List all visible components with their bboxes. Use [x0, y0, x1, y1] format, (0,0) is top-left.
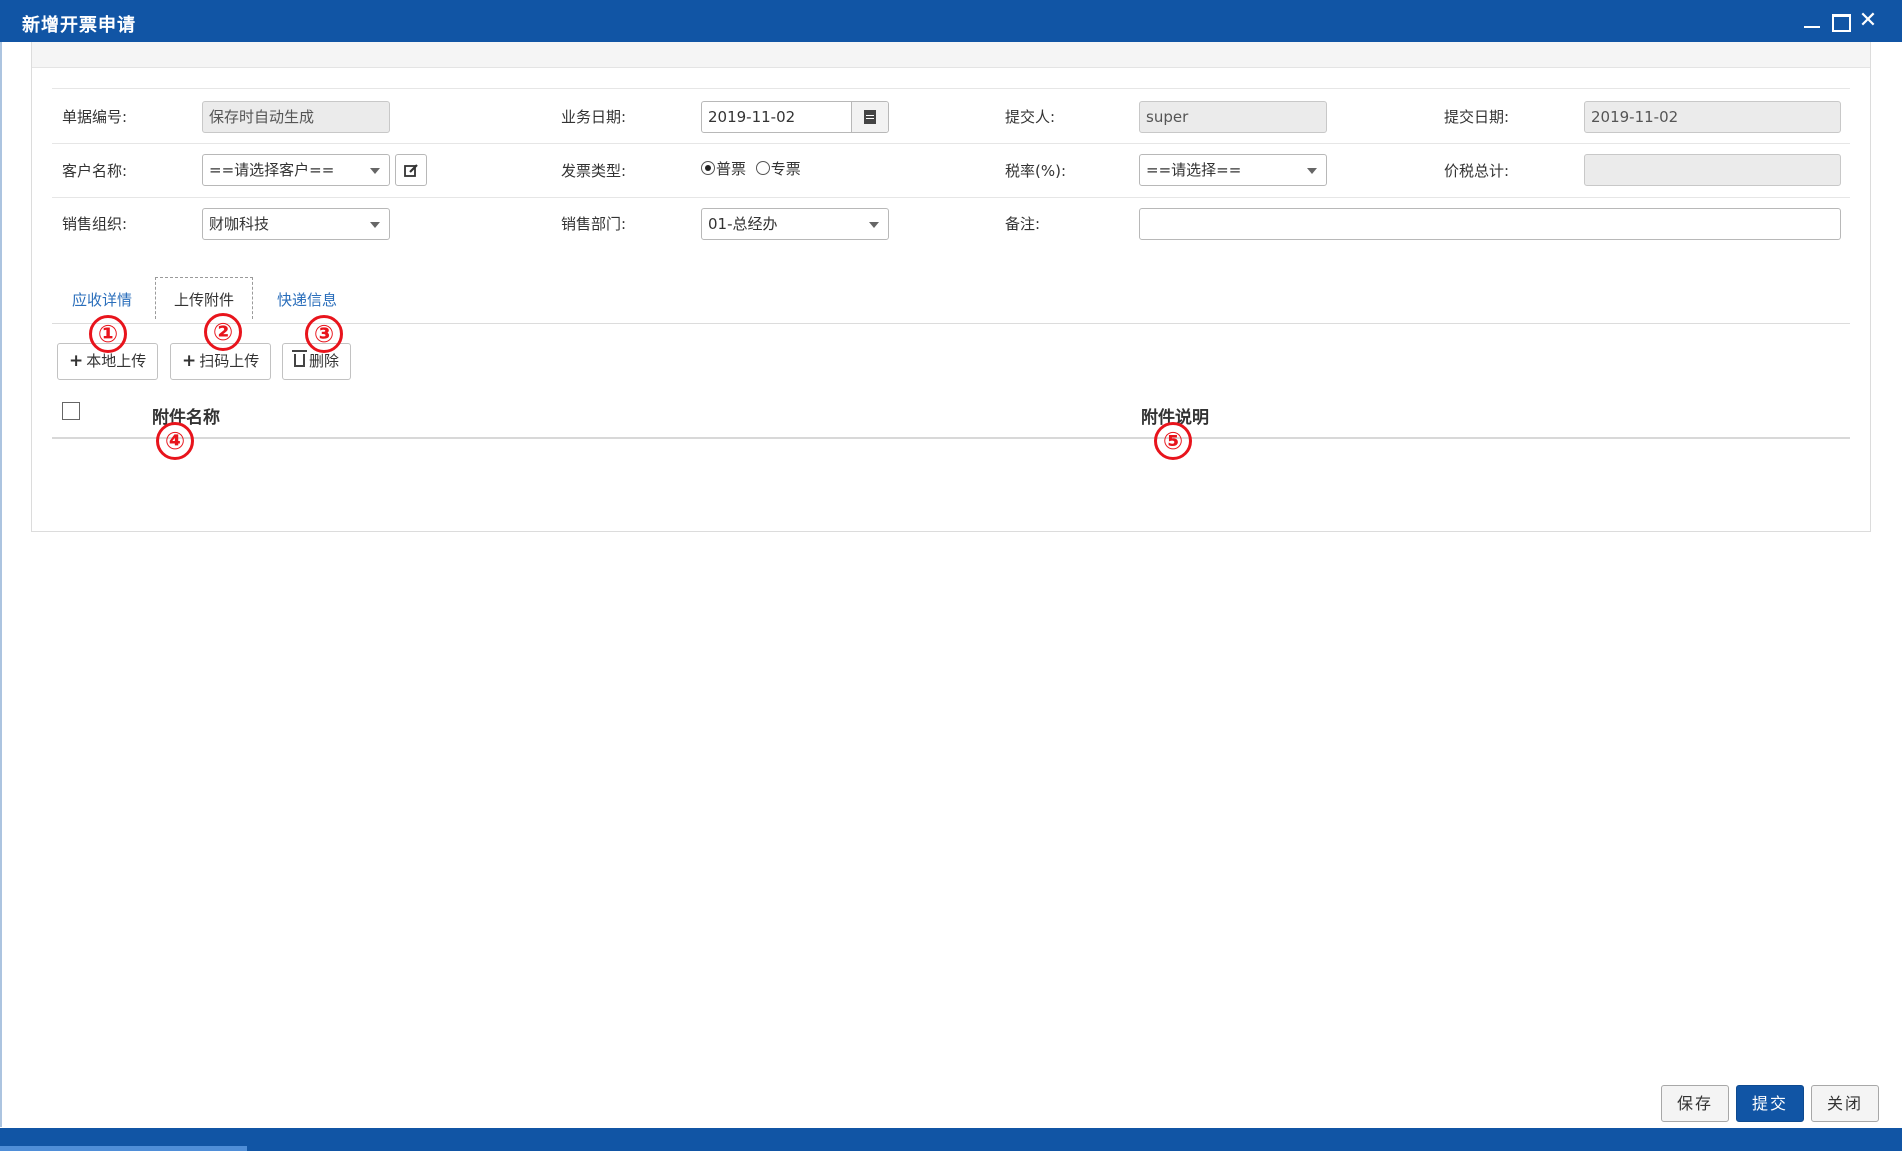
scan-upload-label: 扫码上传 [199, 352, 260, 370]
remark-input[interactable] [1139, 208, 1841, 240]
close-button[interactable]: 关闭 [1811, 1085, 1879, 1122]
submit-button[interactable]: 提交 [1736, 1085, 1804, 1122]
plus-icon: + [69, 351, 84, 371]
plus-icon: + [182, 351, 197, 371]
tab-express-info[interactable]: 快递信息 [277, 290, 337, 310]
sales-dept-label: 销售部门: [561, 215, 627, 233]
radio-normal-invoice[interactable] [701, 161, 715, 175]
close-icon[interactable]: ✕ [1857, 10, 1879, 32]
annotation-marker-1: ① [89, 315, 127, 353]
calendar-icon[interactable] [851, 102, 888, 132]
submit-date-label: 提交日期: [1444, 108, 1510, 126]
annotation-marker-4: ④ [156, 422, 194, 460]
annotation-marker-3: ③ [305, 315, 343, 353]
minimize-icon[interactable] [1801, 10, 1823, 32]
window-title-bar: 新增开票申请 ✕ [0, 0, 1902, 42]
column-header-attachment-name: 附件名称 [152, 408, 220, 428]
window-title: 新增开票申请 [22, 15, 136, 36]
radio-special-invoice[interactable] [755, 161, 770, 175]
row-divider [52, 88, 1850, 89]
biz-date-field[interactable]: 2019-11-02 [701, 101, 889, 133]
tab-receivable-details[interactable]: 应收详情 [72, 290, 132, 310]
tax-rate-label: 税率(%): [1005, 162, 1067, 180]
status-bar [0, 1128, 1902, 1151]
sales-dept-select[interactable]: 01-总经办 [701, 208, 889, 240]
edit-icon [404, 164, 418, 177]
invoice-type-radio-group: 普票 专票 [701, 159, 801, 179]
total-field [1584, 154, 1841, 186]
trash-icon [292, 350, 307, 367]
submitter-field: super [1139, 101, 1327, 133]
customer-select[interactable]: ==请选择客户== [202, 154, 390, 186]
tab-upload-attachments[interactable]: 上传附件 [155, 277, 254, 319]
local-upload-label: 本地上传 [86, 352, 147, 370]
biz-date-value: 2019-11-02 [708, 108, 796, 126]
radio-normal-label: 普票 [716, 160, 747, 178]
annotation-marker-5: ⑤ [1154, 422, 1192, 460]
remark-label: 备注: [1005, 215, 1041, 233]
delete-label: 删除 [309, 352, 340, 370]
sales-org-select[interactable]: 财咖科技 [202, 208, 390, 240]
submit-date-field: 2019-11-02 [1584, 101, 1841, 133]
save-button[interactable]: 保存 [1661, 1085, 1729, 1122]
tax-rate-select[interactable]: ==请选择== [1139, 154, 1327, 186]
sales-org-label: 销售组织: [62, 215, 128, 233]
radio-special-label: 专票 [770, 160, 801, 178]
edit-customer-button[interactable] [395, 154, 427, 186]
row-divider [52, 197, 1850, 198]
total-label: 价税总计: [1444, 162, 1510, 180]
form-panel: 单据编号: 保存时自动生成 业务日期: 2019-11-02 提交人: supe… [31, 42, 1871, 532]
select-all-checkbox[interactable] [62, 402, 80, 420]
window-left-border [0, 42, 2, 1127]
submitter-label: 提交人: [1005, 108, 1056, 126]
biz-date-label: 业务日期: [561, 108, 627, 126]
customer-label: 客户名称: [62, 162, 128, 180]
annotation-marker-2: ② [204, 313, 242, 351]
doc-no-field: 保存时自动生成 [202, 101, 390, 133]
panel-header-strip [32, 42, 1870, 68]
row-divider [52, 143, 1850, 144]
invoice-type-label: 发票类型: [561, 162, 627, 180]
maximize-icon[interactable] [1829, 10, 1851, 32]
doc-no-label: 单据编号: [62, 108, 128, 126]
status-bar-progress [0, 1146, 247, 1151]
table-header-divider [52, 437, 1850, 439]
